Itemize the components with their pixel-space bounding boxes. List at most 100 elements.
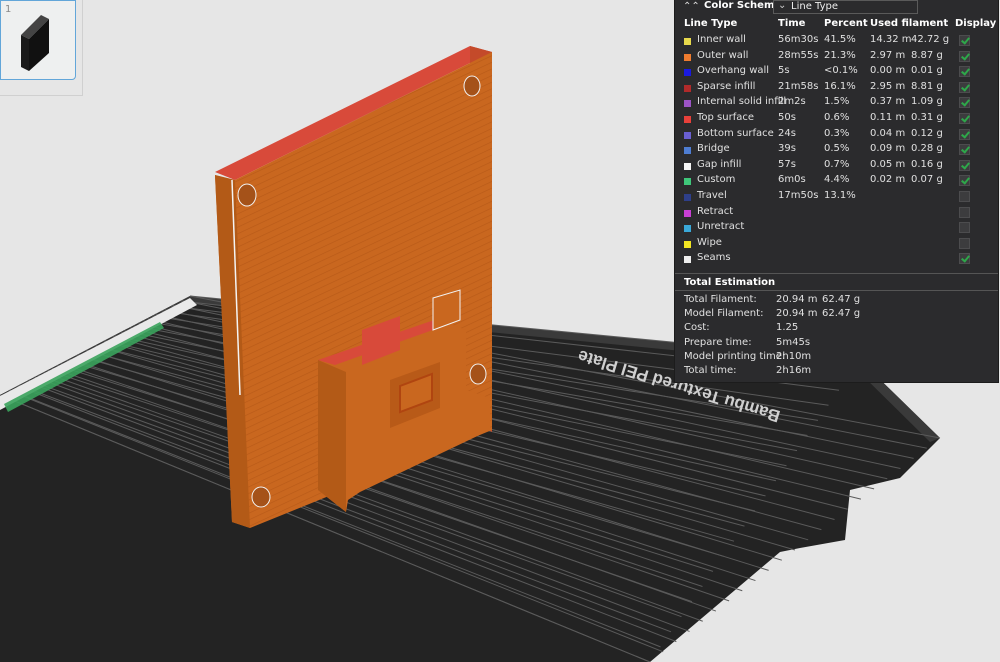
color-swatch — [684, 194, 691, 201]
line-type-label: Retract — [697, 205, 734, 217]
filament-weight: 0.31 g — [911, 112, 943, 123]
collapse-icon[interactable]: ⌃⌃ — [683, 1, 700, 12]
time-value: 21m58s — [778, 80, 819, 92]
display-checkbox[interactable] — [959, 191, 970, 202]
legend-row: Internal solid infill 2m2s 1.5% 0.37 m 1.09 … — [675, 96, 998, 111]
color-scheme-value: Line Type — [791, 1, 838, 12]
display-checkbox[interactable] — [959, 66, 970, 78]
filament-length: 14.32 m — [870, 34, 912, 45]
summary-value: 20.94 m — [776, 308, 818, 320]
time-value: 5s — [778, 65, 790, 77]
color-swatch — [684, 256, 691, 264]
header-percent: Percent — [824, 18, 868, 29]
color-swatch — [684, 225, 691, 233]
line-type-label: Unretract — [697, 221, 745, 233]
legend-row: Top surface 50s 0.6% 0.11 m 0.31 g — [675, 112, 998, 127]
summary-label: Prepare time: — [684, 336, 752, 348]
color-swatch — [684, 53, 691, 61]
header-time: Time — [778, 18, 806, 29]
percent-value: 4.4% — [824, 174, 850, 186]
percent-value: 21.3% — [824, 49, 856, 61]
percent-value: 1.5% — [824, 96, 850, 108]
legend-row: Unretract — [675, 221, 998, 236]
color-swatch — [684, 209, 691, 217]
display-checkbox[interactable] — [959, 144, 970, 156]
filament-length: 0.05 m — [870, 158, 906, 170]
percent-value: 13.1% — [824, 190, 856, 201]
header-line-type: Line Type — [684, 18, 738, 29]
total-estimation-title: Total Estimation — [684, 277, 776, 288]
summary-value: 2h10m — [776, 350, 812, 362]
percent-value: 0.5% — [824, 143, 850, 155]
legend-row: Seams — [675, 252, 998, 267]
line-type-label: Wipe — [697, 236, 722, 248]
color-swatch — [684, 240, 691, 248]
display-checkbox[interactable] — [959, 97, 970, 109]
display-checkbox[interactable] — [959, 237, 970, 249]
display-checkbox[interactable] — [959, 50, 970, 62]
display-checkbox[interactable] — [959, 222, 970, 234]
summary-row: Total time: 2h16m — [675, 365, 998, 379]
display-checkbox[interactable] — [959, 113, 970, 124]
color-scheme-select[interactable]: ⌄ Line Type — [773, 0, 918, 14]
time-value: 39s — [778, 143, 796, 155]
legend-row: Gap infill 57s 0.7% 0.05 m 0.16 g — [675, 159, 998, 174]
summary-label: Total time: — [684, 365, 737, 376]
filament-length: 0.04 m — [870, 127, 906, 139]
filament-weight: 0.12 g — [911, 127, 943, 139]
line-type-label: Outer wall — [697, 49, 749, 61]
display-checkbox[interactable] — [959, 159, 970, 171]
line-type-label: Custom — [697, 174, 736, 186]
legend-row: Sparse infill 21m58s 16.1% 2.95 m 8.81 g — [675, 81, 998, 96]
summary-row: Model Filament: 20.94 m 62.47 g — [675, 308, 998, 322]
color-scheme-label: Color Scheme — [704, 0, 782, 11]
line-type-label: Travel — [697, 190, 727, 201]
line-type-label: Seams — [697, 252, 731, 264]
line-type-label: Bridge — [697, 143, 730, 155]
line-type-label: Bottom surface — [697, 127, 774, 139]
filament-weight: 8.87 g — [911, 49, 943, 61]
display-checkbox[interactable] — [959, 253, 970, 265]
legend-row: Wipe — [675, 237, 998, 252]
color-swatch — [684, 116, 691, 123]
display-checkbox[interactable] — [959, 128, 970, 140]
divider — [675, 273, 998, 274]
percent-value: <0.1% — [824, 65, 858, 77]
filament-weight: 0.28 g — [911, 143, 943, 155]
display-checkbox[interactable] — [959, 206, 970, 218]
line-type-label: Sparse infill — [697, 80, 756, 92]
line-type-label: Gap infill — [697, 158, 742, 170]
chevron-down-icon: ⌄ — [778, 0, 787, 11]
legend-row: Retract — [675, 206, 998, 221]
filament-weight: 42.72 g — [911, 34, 950, 45]
percent-value: 0.3% — [824, 127, 850, 139]
percent-value: 16.1% — [824, 80, 856, 92]
gcode-legend-panel: ⌃⌃ Color Scheme ⌄ Line Type Line Type Ti… — [675, 0, 998, 382]
filament-length: 2.97 m — [870, 49, 906, 61]
plate-thumbnail[interactable]: 1 — [0, 0, 76, 80]
display-checkbox[interactable] — [959, 175, 970, 187]
summary-value-secondary: 62.47 g — [822, 294, 861, 305]
header-used-filament: Used filament — [870, 18, 949, 29]
percent-value: 41.5% — [824, 34, 856, 45]
display-checkbox[interactable] — [959, 81, 970, 93]
divider — [675, 290, 998, 291]
filament-length: 0.02 m — [870, 174, 906, 186]
filament-weight: 8.81 g — [911, 80, 943, 92]
color-swatch — [684, 38, 691, 45]
summary-value: 2h16m — [776, 365, 812, 376]
percent-value: 0.7% — [824, 158, 850, 170]
filament-weight: 0.01 g — [911, 65, 943, 77]
legend-row: Outer wall 28m55s 21.3% 2.97 m 8.87 g — [675, 50, 998, 65]
summary-row: Total Filament: 20.94 m 62.47 g — [675, 294, 998, 308]
summary-label: Total Filament: — [684, 294, 757, 305]
line-type-label: Internal solid infill — [697, 96, 787, 108]
header-display: Display — [955, 18, 997, 29]
color-swatch — [684, 69, 691, 77]
summary-label: Model printing time: — [684, 350, 786, 362]
display-checkbox[interactable] — [959, 35, 970, 46]
legend-row: Bottom surface 24s 0.3% 0.04 m 0.12 g — [675, 128, 998, 143]
legend-row: Overhang wall 5s <0.1% 0.00 m 0.01 g — [675, 65, 998, 80]
filament-length: 0.11 m — [870, 112, 906, 123]
color-swatch — [684, 162, 691, 170]
